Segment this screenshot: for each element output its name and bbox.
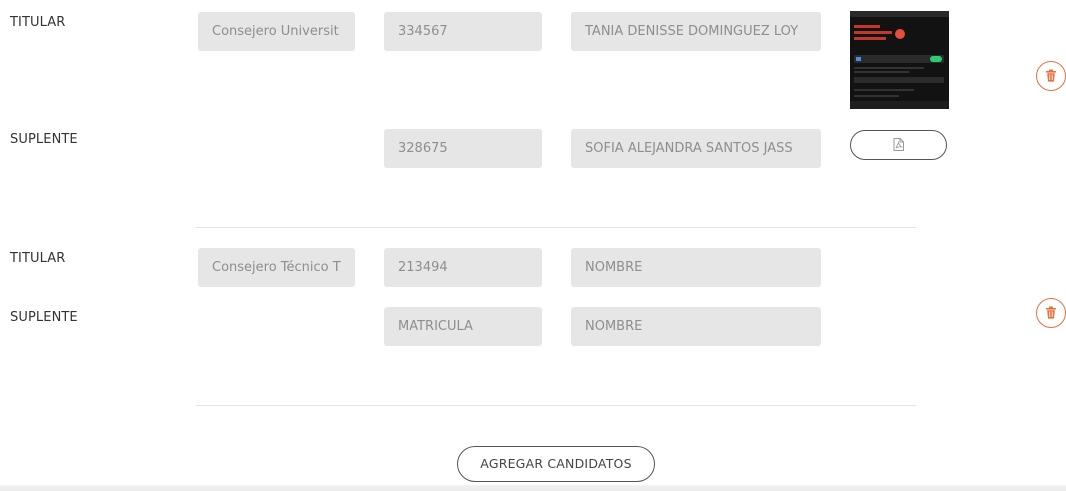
suplente-label: SUPLENTE [10, 132, 78, 147]
trash-icon [1045, 67, 1057, 86]
matricula-field[interactable]: 334567 [384, 12, 542, 51]
add-candidates-button[interactable]: AGREGAR CANDIDATOS [457, 446, 655, 482]
matricula-field[interactable]: 328675 [384, 129, 542, 168]
titular-label: TITULAR [10, 15, 66, 30]
delete-group-button[interactable] [1036, 61, 1066, 91]
matricula-field[interactable]: MATRICULA [384, 307, 542, 346]
trash-icon [1045, 304, 1057, 323]
delete-group-button[interactable] [1036, 298, 1066, 328]
upload-document-button[interactable] [850, 130, 947, 160]
suplente-label: SUPLENTE [10, 310, 78, 325]
nombre-field[interactable]: NOMBRE [571, 248, 821, 287]
cargo-field[interactable]: Consejero Técnico T [198, 248, 355, 287]
matricula-field[interactable]: 213494 [384, 248, 542, 287]
cargo-field[interactable]: Consejero Universit [198, 12, 355, 51]
group-divider [196, 227, 916, 228]
titular-label: TITULAR [10, 251, 66, 266]
nombre-field[interactable]: TANIA DENISSE DOMINGUEZ LOY [571, 12, 821, 51]
footer-shadow [0, 485, 1066, 491]
uploaded-document-thumbnail[interactable] [850, 11, 949, 109]
group-divider [196, 405, 916, 406]
nombre-field[interactable]: NOMBRE [571, 307, 821, 346]
nombre-field[interactable]: SOFIA ALEJANDRA SANTOS JASS [571, 129, 821, 168]
pdf-file-icon [893, 136, 904, 155]
